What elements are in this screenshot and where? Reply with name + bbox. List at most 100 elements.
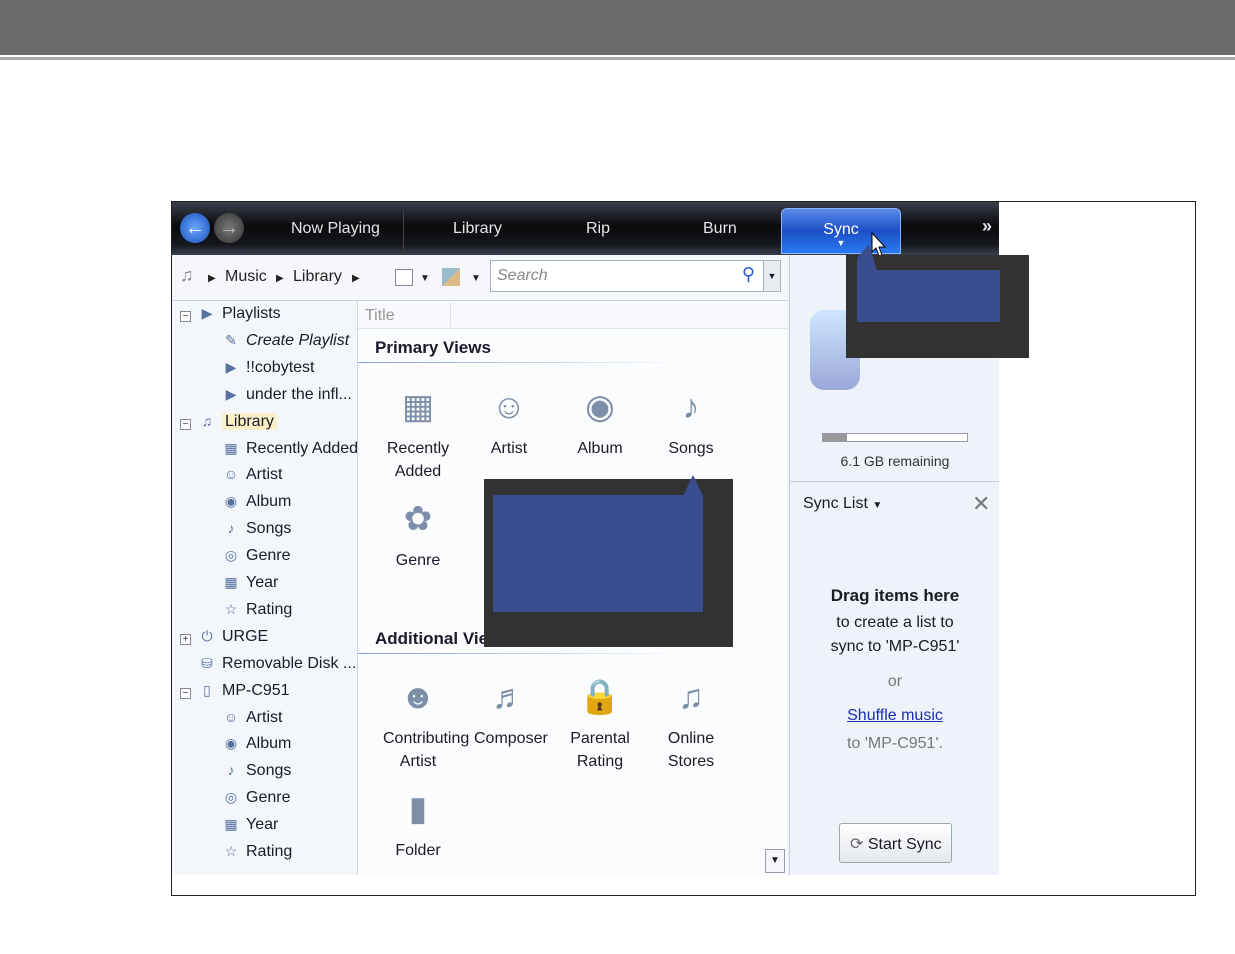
search-options-dropdown[interactable]: ▼ bbox=[763, 260, 781, 292]
tree-item[interactable]: ▶ under the infl... bbox=[222, 386, 352, 404]
more-tabs-button[interactable]: » bbox=[982, 216, 992, 237]
breadcrumb-library[interactable]: Library bbox=[293, 268, 342, 286]
tree-item-label: Library bbox=[222, 412, 277, 430]
tree-item[interactable]: ◉ Album bbox=[222, 493, 291, 511]
chevron-down-icon[interactable]: ▼ bbox=[471, 273, 481, 284]
song-icon: ♪ bbox=[227, 762, 235, 779]
primary-views-heading: Primary Views bbox=[375, 338, 491, 357]
additional-views-heading: Additional Vie bbox=[375, 629, 489, 648]
year-icon: ▦ bbox=[224, 574, 238, 590]
view-tile[interactable]: ♪ Songs bbox=[646, 379, 736, 460]
tab-now-playing[interactable]: Now Playing bbox=[291, 220, 380, 238]
column-divider bbox=[450, 303, 451, 327]
view-options-button[interactable] bbox=[442, 268, 460, 286]
tree-item[interactable]: ♫ Library bbox=[198, 412, 277, 431]
view-tile-label: Recently Added bbox=[386, 440, 450, 480]
tree-item[interactable]: ♪ Songs bbox=[222, 762, 292, 780]
view-tile-label: Parental Rating bbox=[570, 730, 630, 770]
tab-rip[interactable]: Rip bbox=[586, 220, 610, 238]
chevron-down-icon[interactable]: ▼ bbox=[420, 273, 430, 284]
album-icon: ◉ bbox=[224, 735, 238, 752]
view-tile[interactable]: ◉ Album bbox=[555, 379, 645, 460]
genre-icon: ◎ bbox=[224, 547, 238, 564]
view-tile[interactable]: 🔒 Parental Rating bbox=[555, 669, 645, 773]
calendar-icon: ▦ bbox=[401, 388, 435, 426]
tree-item[interactable]: ☆ Rating bbox=[222, 600, 293, 619]
shuffle-music-link[interactable]: Shuffle music bbox=[790, 707, 999, 725]
tree-item-label: Album bbox=[246, 493, 292, 511]
tab-burn[interactable]: Burn bbox=[703, 220, 737, 238]
expander-toggle[interactable]: + bbox=[180, 633, 191, 645]
sync-icon: ⟳ bbox=[850, 836, 864, 853]
tree-item-label: Year bbox=[246, 816, 279, 834]
start-sync-button[interactable]: ⟳ Start Sync bbox=[839, 823, 952, 863]
expander-toggle[interactable]: − bbox=[180, 311, 191, 322]
view-tile[interactable]: ✿ Genre bbox=[373, 491, 463, 572]
tree-item[interactable]: ☺ Artist bbox=[222, 466, 283, 484]
recently-added-icon: ▦ bbox=[224, 439, 238, 456]
view-tile[interactable]: ▦ Recently Added bbox=[373, 379, 463, 483]
tree-item-label: Removable Disk ... bbox=[222, 654, 357, 672]
or-text: or bbox=[887, 673, 903, 690]
view-tile-label: Genre bbox=[395, 552, 441, 569]
column-header-title[interactable]: Title bbox=[365, 307, 395, 325]
tree-item[interactable]: ◉ Album bbox=[222, 735, 291, 753]
tree-item[interactable]: ▶ Playlists bbox=[198, 305, 281, 323]
tree-item[interactable]: ⏻ URGE bbox=[198, 628, 268, 646]
tab-library[interactable]: Library bbox=[453, 220, 502, 238]
composer-icon: ♬ bbox=[492, 678, 526, 716]
view-tile-label: Contributing Artist bbox=[383, 730, 470, 770]
song-icon: ♪ bbox=[682, 388, 700, 426]
view-tile[interactable]: ☻ Contributing Artist bbox=[373, 669, 470, 773]
tree-item-label: Rating bbox=[246, 843, 293, 860]
view-tile[interactable]: ♫ Online Stores bbox=[646, 669, 736, 773]
breadcrumb-arrow-icon[interactable]: ▶ bbox=[352, 273, 360, 284]
view-tile[interactable]: ☺ Artist bbox=[464, 379, 554, 460]
tree-item[interactable]: ▦ Year bbox=[222, 816, 278, 834]
lock-icon: 🔒 bbox=[578, 678, 622, 716]
address-bar: ♫ ▶ Music ▶ Library ▶ ▼ ▼ Search ⚲ ▼ bbox=[172, 255, 787, 301]
tree-item-label: URGE bbox=[222, 627, 269, 645]
song-icon: ♪ bbox=[227, 520, 235, 537]
tree-item[interactable]: ▦ Year bbox=[222, 574, 278, 592]
search-input[interactable]: Search ⚲ bbox=[490, 260, 764, 292]
tree-item[interactable]: ☺ Artist bbox=[222, 708, 283, 727]
expander-toggle[interactable]: − bbox=[180, 687, 191, 699]
tree-item-label: Playlists bbox=[222, 305, 281, 322]
tree-item[interactable]: ◎ Genre bbox=[222, 547, 291, 565]
layout-options-button[interactable] bbox=[395, 269, 413, 286]
scroll-down-button[interactable]: ▼ bbox=[765, 849, 785, 873]
view-tile[interactable]: ♬ Composer bbox=[464, 669, 554, 750]
tree-item[interactable]: ⛁ Removable Disk ... bbox=[198, 655, 356, 673]
back-button[interactable]: ← bbox=[180, 213, 210, 243]
tree-item-label: Recently Added bbox=[246, 439, 359, 457]
tree-item-label: Rating bbox=[246, 600, 293, 618]
tree-item[interactable]: ▶ !!cobytest bbox=[222, 359, 315, 377]
tree-item[interactable]: ▦ Recently Added bbox=[222, 440, 358, 458]
start-sync-label: Start Sync bbox=[867, 836, 942, 853]
album-icon: ◉ bbox=[224, 493, 238, 510]
section-divider bbox=[358, 653, 688, 654]
view-tile[interactable]: ▮ Folder bbox=[373, 781, 463, 862]
genre-icon: ✿ bbox=[403, 500, 433, 538]
tree-item[interactable]: ✎ Create Playlist bbox=[222, 332, 349, 350]
artist-icon: ☺ bbox=[223, 708, 239, 725]
tree-item[interactable]: ☆ Rating bbox=[222, 843, 293, 861]
tree-item-label: Songs bbox=[246, 520, 292, 538]
callout-pointer bbox=[683, 475, 703, 496]
drag-title: Drag items here bbox=[830, 586, 960, 605]
tree-item-label: Artist bbox=[246, 708, 283, 726]
tree-item[interactable]: ◎ Genre bbox=[222, 789, 291, 807]
music-note-icon: ♫ bbox=[201, 412, 213, 429]
search-icon[interactable]: ⚲ bbox=[742, 264, 755, 285]
sync-list-dropdown[interactable]: Sync List ▼ bbox=[803, 495, 882, 513]
forward-button[interactable]: → bbox=[214, 213, 244, 243]
breadcrumb-arrow-icon: ▶ bbox=[276, 273, 284, 284]
breadcrumb-music[interactable]: Music bbox=[225, 268, 267, 286]
tab-sync-label: Sync bbox=[823, 221, 859, 238]
expander-toggle[interactable]: − bbox=[180, 418, 191, 430]
view-tile-label: Songs bbox=[668, 440, 714, 457]
clear-list-icon[interactable]: ✕ bbox=[972, 491, 990, 517]
tree-item[interactable]: ♪ Songs bbox=[222, 520, 292, 538]
tree-item[interactable]: ▯ MP-C951 bbox=[198, 682, 289, 700]
